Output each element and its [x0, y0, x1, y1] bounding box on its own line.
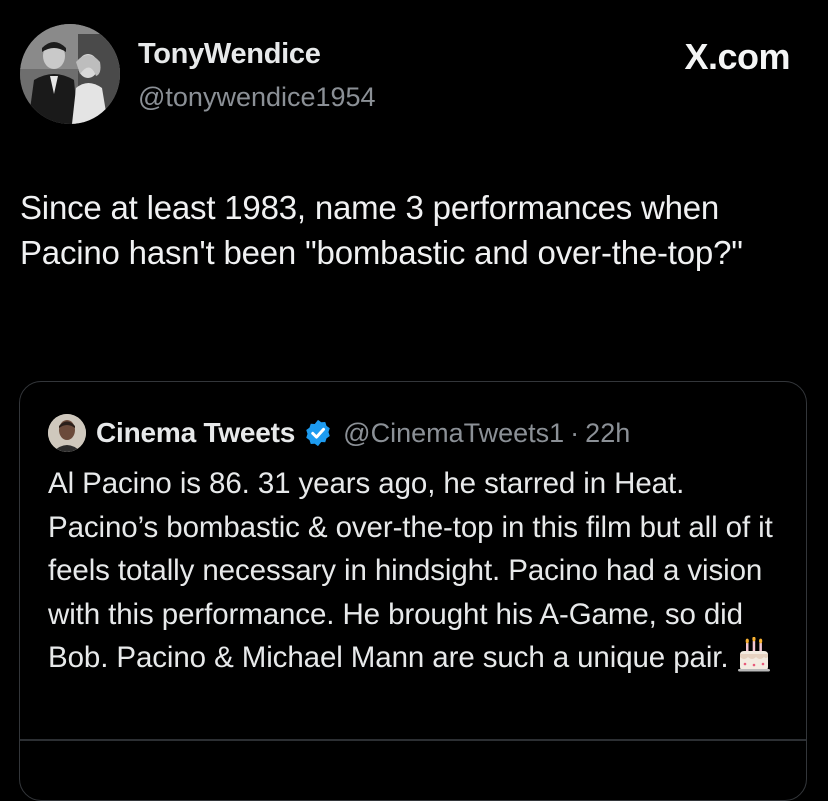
quoted-post-text-block: Al Pacino is 86. 31 years ago, he starre… [48, 462, 793, 680]
post-text: Since at least 1983, name 3 performances… [20, 189, 743, 271]
quoted-post-card[interactable]: Cinema Tweets @CinemaTweets1 · 22h Al Pa… [19, 381, 807, 801]
site-label: X.com [684, 36, 790, 77]
author-handle[interactable]: @tonywendice1954 [138, 82, 376, 113]
post-container: TonyWendice @tonywendice1954 X.com Since… [0, 0, 828, 801]
author-name[interactable]: TonyWendice [138, 38, 321, 71]
profile-photo-icon [20, 24, 120, 124]
quoted-post-divider [20, 739, 806, 741]
quoted-author-photo-icon [48, 414, 86, 452]
quoted-post-header: Cinema Tweets @CinemaTweets1 · 22h [48, 414, 630, 452]
quoted-post-time[interactable]: 22h [585, 418, 630, 449]
quoted-author-avatar[interactable] [48, 414, 86, 452]
birthday-cake-icon [738, 637, 771, 672]
quoted-author-name[interactable]: Cinema Tweets [96, 417, 295, 449]
quoted-post-text: Al Pacino is 86. 31 years ago, he starre… [48, 467, 773, 674]
author-avatar[interactable] [20, 24, 120, 124]
verified-badge-icon [306, 419, 330, 447]
separator-dot: · [570, 417, 580, 448]
quoted-author-handle[interactable]: @CinemaTweets1 [343, 418, 564, 449]
